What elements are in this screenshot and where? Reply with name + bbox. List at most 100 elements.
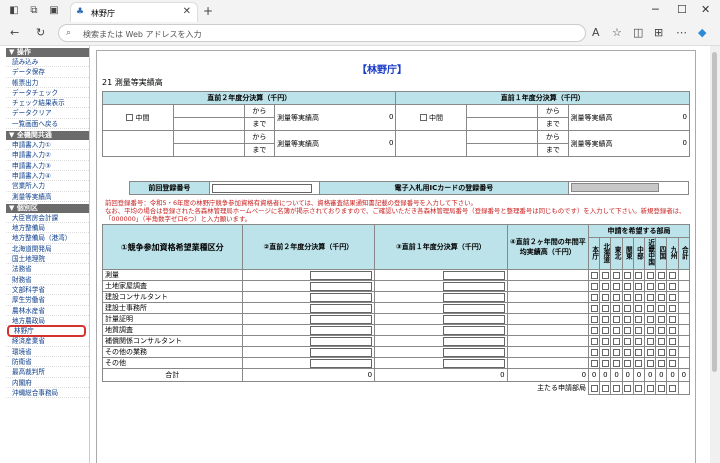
chukan-checkbox[interactable] [419,114,427,121]
sidebar-item[interactable]: 財務省 [6,275,89,285]
to-input[interactable] [466,143,539,157]
prev-reg-input[interactable] [211,183,312,193]
dept-checkbox[interactable] [613,326,621,334]
dept-checkbox[interactable] [635,337,643,345]
dept-checkbox[interactable] [669,304,677,312]
close-window-icon[interactable]: ✕ [701,3,710,16]
sidebar-item[interactable]: 申請書入力④ [6,171,89,182]
dept-checkbox[interactable] [635,293,643,301]
dept-checkbox[interactable] [657,359,665,367]
dept-checkbox[interactable] [646,359,654,367]
dept-checkbox[interactable] [635,315,643,323]
main-dept-radio[interactable] [669,384,677,392]
sidebar-item[interactable]: データクリア [6,108,89,119]
dept-checkbox[interactable] [624,348,632,356]
dept-checkbox[interactable] [646,304,654,312]
dept-checkbox[interactable] [657,293,665,301]
sidebar-item[interactable]: 文部科学省 [6,285,89,296]
sidebar-item[interactable]: 読み込み [6,57,89,68]
from-input[interactable] [466,130,539,144]
sidebar-item[interactable]: 農林水産省 [6,306,89,316]
from-input[interactable] [466,104,539,118]
amount-input[interactable] [442,292,505,302]
dept-checkbox[interactable] [601,337,609,345]
sidebar-item[interactable]: 一覧画面へ戻る [6,119,89,130]
sidebar-item[interactable]: 申請書入力② [6,150,89,161]
favorites-icon[interactable]: ☆ [612,27,622,39]
dept-checkbox[interactable] [635,326,643,334]
amount-input[interactable] [442,270,505,280]
scrollbar-thumb[interactable] [712,52,717,372]
main-dept-radio[interactable] [635,384,643,392]
dept-checkbox[interactable] [635,348,643,356]
workspaces-icon[interactable]: ⧉ [28,5,40,17]
dept-checkbox[interactable] [669,282,677,290]
collections-icon[interactable]: ⊞ [654,27,663,39]
dept-checkbox[interactable] [624,293,632,301]
main-dept-radio[interactable] [624,384,632,392]
dept-checkbox[interactable] [590,315,598,323]
amount-input[interactable] [310,336,373,346]
sidebar-item[interactable]: データチェック [6,88,89,99]
sidebar-item[interactable]: 林野庁 [7,325,86,338]
sidebar-item[interactable]: チェック結果表示 [6,98,89,109]
dept-checkbox[interactable] [657,282,665,290]
dept-checkbox[interactable] [601,326,609,334]
dept-checkbox[interactable] [601,271,609,279]
dept-checkbox[interactable] [646,315,654,323]
sidebar-item[interactable]: 測量等実績高 [6,192,89,202]
main-dept-radio[interactable] [657,384,665,392]
sidebar-item[interactable]: 最高裁判所 [6,367,89,378]
dept-checkbox[interactable] [590,348,598,356]
dept-checkbox[interactable] [657,315,665,323]
maximize-icon[interactable]: ☐ [677,3,687,16]
dept-checkbox[interactable] [669,359,677,367]
amount-input[interactable] [442,336,505,346]
to-input[interactable] [466,117,539,131]
dept-checkbox[interactable] [613,271,621,279]
dept-checkbox[interactable] [669,315,677,323]
dept-checkbox[interactable] [646,271,654,279]
sidebar-item[interactable]: 北海道開発局 [6,244,89,255]
dept-checkbox[interactable] [613,293,621,301]
dept-checkbox[interactable] [613,315,621,323]
dept-checkbox[interactable] [613,337,621,345]
sidebar-item[interactable]: 法務省 [6,264,89,275]
sidebar-item[interactable]: 国土地理院 [6,254,89,265]
amount-input[interactable] [310,347,373,357]
sidebar-item[interactable]: 厚生労働省 [6,295,89,306]
amount-input[interactable] [442,314,505,324]
dept-checkbox[interactable] [590,359,598,367]
chukan-cell[interactable]: 中間 [395,104,468,131]
dept-checkbox[interactable] [590,293,598,301]
dept-checkbox[interactable] [613,304,621,312]
amount-input[interactable] [310,281,373,291]
sidebar-item[interactable]: 地方農政局 [6,316,89,327]
amount-input[interactable] [310,270,373,280]
main-dept-radio[interactable] [601,384,609,392]
main-dept-radio[interactable] [590,384,598,392]
copilot-icon[interactable]: ◆ [698,27,706,39]
more-menu-icon[interactable]: ⋯ [676,27,687,39]
main-dept-radio[interactable] [613,384,621,392]
dept-checkbox[interactable] [669,326,677,334]
dept-checkbox[interactable] [646,348,654,356]
sidebar-item[interactable]: 経済産業省 [6,336,89,347]
sidebar-item[interactable]: 申請書入力① [6,140,89,151]
amount-input[interactable] [310,325,373,335]
dept-checkbox[interactable] [601,304,609,312]
dept-checkbox[interactable] [624,282,632,290]
dept-checkbox[interactable] [646,282,654,290]
dept-checkbox[interactable] [601,348,609,356]
chukan-checkbox[interactable] [126,114,134,121]
dept-checkbox[interactable] [624,359,632,367]
refresh-icon[interactable]: ↻ [36,27,45,39]
dept-checkbox[interactable] [669,293,677,301]
from-input[interactable] [172,104,245,118]
amount-input[interactable] [442,281,505,291]
back-icon[interactable]: ← [10,27,19,39]
dept-checkbox[interactable] [601,315,609,323]
dept-checkbox[interactable] [646,293,654,301]
address-bar[interactable]: ⌕ 検索または Web アドレスを入力 [58,24,586,42]
dept-checkbox[interactable] [669,348,677,356]
